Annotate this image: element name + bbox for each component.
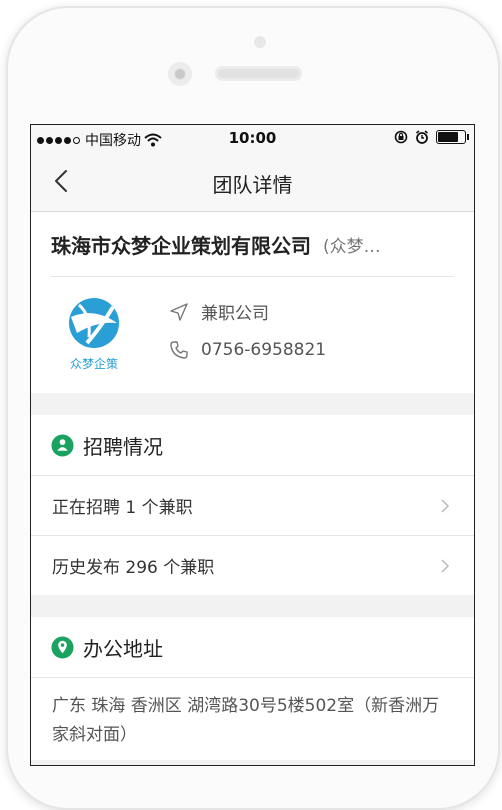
office-section: 办公地址 广东 珠海 香洲区 湖湾路30号5楼502室（新香洲万家斜对面） [31, 617, 474, 760]
status-bar: 中国移动 10:00 [31, 125, 474, 153]
phone-icon [170, 341, 188, 359]
status-icons [394, 130, 469, 144]
recruitment-title: 招聘情况 [83, 434, 163, 459]
company-phone[interactable]: 0756-6958821 [201, 340, 326, 360]
app-screen: 中国移动 10:00 团队详情 珠海市众梦企业策划有限公司 (众梦… 众梦企策 … [30, 124, 475, 766]
recruiting-now-row[interactable]: 正在招聘 1 个兼职 [31, 476, 474, 536]
company-abbreviation: (众梦… [323, 236, 381, 257]
company-info: 众梦企策 兼职公司 0756-6958821 [51, 277, 454, 393]
rotation-lock-icon [394, 130, 408, 144]
office-address: 广东 珠海 香洲区 湖湾路30号5楼502室（新香洲万家斜对面） [52, 696, 440, 745]
company-logo: 众梦企策 [69, 298, 119, 371]
alarm-icon [416, 130, 428, 144]
battery-icon [436, 130, 469, 144]
company-name: 珠海市众梦企业策划有限公司 [51, 233, 311, 258]
chevron-right-icon [441, 558, 450, 573]
company-type: 兼职公司 [201, 304, 269, 324]
company-phone-line[interactable]: 0756-6958821 [169, 340, 326, 360]
proximity-sensor [168, 62, 192, 86]
office-header: 办公地址 [31, 617, 474, 678]
chevron-right-icon [441, 498, 450, 513]
location-pin-icon [51, 635, 74, 659]
company-logo-text: 众梦企策 [70, 356, 118, 371]
company-header: 珠海市众梦企业策划有限公司 (众梦… [51, 212, 454, 277]
history-posts-row[interactable]: 历史发布 296 个兼职 [31, 536, 474, 595]
section-divider [31, 595, 474, 617]
section-divider [31, 393, 474, 415]
history-posts-label: 历史发布 296 个兼职 [52, 558, 215, 578]
recruiting-now-label: 正在招聘 1 个兼职 [52, 498, 193, 518]
recruitment-header: 招聘情况 [31, 415, 474, 476]
front-camera [254, 36, 266, 48]
company-card: 珠海市众梦企业策划有限公司 (众梦… 众梦企策 兼职公司 0756-695882… [31, 212, 474, 393]
page-title: 团队详情 [212, 173, 293, 197]
navigation-arrow-icon [170, 302, 188, 321]
company-type-line: 兼职公司 [169, 299, 269, 324]
office-title: 办公地址 [83, 636, 163, 661]
recruitment-section: 招聘情况 正在招聘 1 个兼职 历史发布 296 个兼职 [31, 415, 474, 595]
person-icon [51, 433, 74, 457]
earpiece-speaker [215, 66, 302, 81]
nav-bar: 团队详情 [31, 153, 474, 212]
